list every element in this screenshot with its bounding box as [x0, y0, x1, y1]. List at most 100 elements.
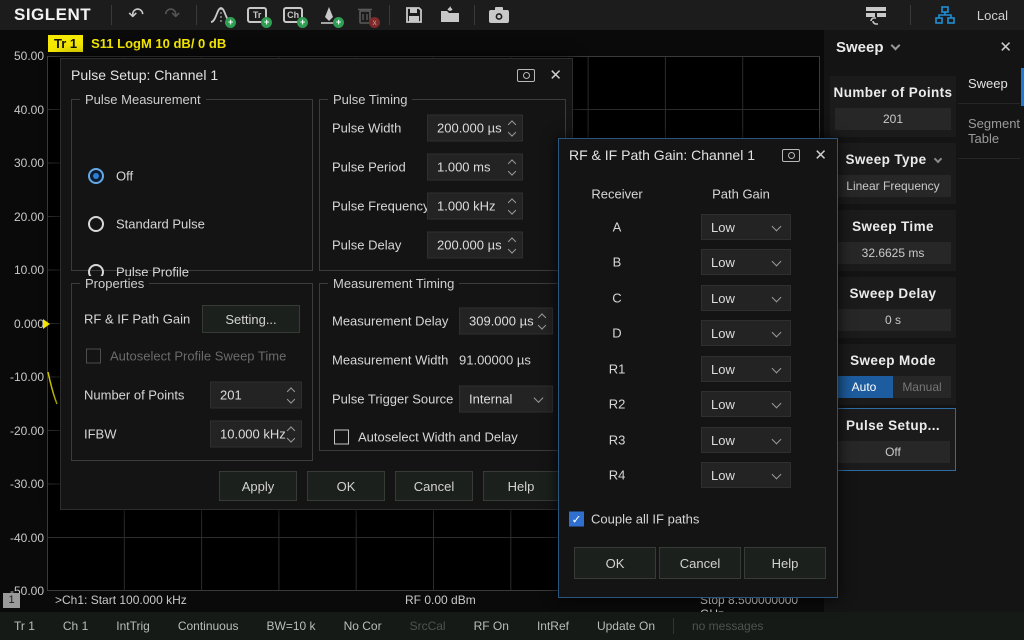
pulse-delay-label: Pulse Delay	[332, 238, 401, 253]
sidebar-close-icon[interactable]: ✕	[999, 38, 1012, 56]
undo-button[interactable]: ↶	[118, 1, 154, 29]
spinner-icon[interactable]	[505, 194, 519, 219]
autoselect-profile-checkbox[interactable]	[86, 349, 101, 364]
chevron-down-icon[interactable]	[890, 41, 900, 51]
status-rf[interactable]: RF On	[460, 619, 523, 633]
add-channel-button[interactable]: Ch +	[275, 1, 311, 29]
dialog-screenshot-icon[interactable]	[782, 149, 800, 162]
measurement-width-label: Measurement Width	[332, 353, 448, 368]
open-button[interactable]	[432, 1, 468, 29]
add-measurement-button[interactable]: +	[203, 1, 239, 29]
gain-dialog-titlebar[interactable]: RF & IF Path Gain: Channel 1 ✕	[559, 139, 837, 171]
chevron-down-icon	[933, 155, 941, 163]
pulse-period-label: Pulse Period	[332, 160, 406, 175]
tab-segment-table[interactable]: Segment Table	[958, 104, 1020, 159]
ifbw-label: IFBW	[84, 427, 117, 442]
receiver-c-gain-dropdown[interactable]: Low	[701, 285, 791, 311]
number-of-points-input[interactable]: 201	[210, 382, 302, 409]
tab-sweep[interactable]: Sweep	[958, 64, 1020, 104]
sidebar-item-sweep-mode[interactable]: Sweep Mode Auto Manual	[830, 344, 956, 405]
setting-button[interactable]: Setting...	[202, 305, 300, 333]
gain-help-button[interactable]: Help	[744, 547, 826, 579]
receiver-a-gain-dropdown[interactable]: Low	[701, 214, 791, 240]
dialog-close-icon[interactable]: ✕	[814, 148, 827, 163]
y-tick: 0.000	[0, 317, 44, 331]
radio-standard-pulse[interactable]	[88, 216, 104, 232]
local-status-label: Local	[973, 8, 1014, 23]
y-tick: 20.00	[0, 210, 44, 224]
spinner-icon[interactable]	[505, 155, 519, 180]
sidebar-item-sweep-delay[interactable]: Sweep Delay 0 s	[830, 277, 956, 338]
receiver-r2-gain-dropdown[interactable]: Low	[701, 391, 791, 417]
sidebar-item-number-of-points[interactable]: Number of Points 201	[830, 76, 956, 137]
receiver-b-label: B	[613, 255, 622, 270]
apply-button[interactable]: Apply	[219, 471, 297, 501]
gain-cancel-button[interactable]: Cancel	[659, 547, 741, 579]
sweep-type-value[interactable]: Linear Frequency	[835, 175, 951, 197]
sweep-time-value[interactable]: 32.6625 ms	[835, 242, 951, 264]
trace-badge[interactable]: Tr 1	[48, 35, 83, 52]
receiver-r3-gain-dropdown[interactable]: Low	[701, 427, 791, 453]
spinner-icon[interactable]	[284, 383, 298, 408]
sidebar-item-sweep-type[interactable]: Sweep Type Linear Frequency	[830, 143, 956, 204]
ifbw-input[interactable]: 10.000 kHz	[210, 421, 302, 448]
status-reference[interactable]: IntRef	[523, 619, 583, 633]
status-trace[interactable]: Tr 1	[0, 619, 49, 633]
sweep-mode-auto-option[interactable]: Auto	[835, 376, 893, 398]
spinner-icon[interactable]	[505, 233, 519, 258]
measurement-delay-input[interactable]: 309.000 µs	[459, 308, 553, 335]
pulse-width-input[interactable]: 200.000 µs	[427, 115, 523, 142]
status-trigger[interactable]: IntTrig	[102, 619, 164, 633]
plus-icon: +	[225, 17, 236, 28]
status-srccal[interactable]: SrcCal	[396, 619, 460, 633]
layout-link-button[interactable]	[858, 1, 894, 29]
points-value[interactable]: 201	[835, 108, 951, 130]
redo-button[interactable]: ↷	[154, 1, 190, 29]
sidebar-title[interactable]: Sweep	[836, 39, 884, 56]
spinner-icon[interactable]	[284, 422, 298, 447]
pulse-trigger-source-dropdown[interactable]: Internal	[459, 386, 553, 413]
dialog-screenshot-icon[interactable]	[517, 69, 535, 82]
channel-number-badge[interactable]: 1	[3, 593, 20, 608]
pulse-frequency-input[interactable]: 1.000 kHz	[427, 193, 523, 220]
ok-button[interactable]: OK	[307, 471, 385, 501]
spinner-icon[interactable]	[505, 116, 519, 141]
trace-label-row[interactable]: Tr 1 S11 LogM 10 dB/ 0 dB	[48, 35, 226, 52]
save-button[interactable]	[396, 1, 432, 29]
pulse-dialog-titlebar[interactable]: Pulse Setup: Channel 1 ✕	[61, 59, 572, 91]
dialog-close-icon[interactable]: ✕	[549, 68, 562, 83]
path-gain-column-header: Path Gain	[712, 187, 770, 202]
chevron-down-icon	[534, 393, 544, 403]
sidebar-item-pulse-setup[interactable]: Pulse Setup... Off	[830, 408, 956, 471]
cancel-button[interactable]: Cancel	[395, 471, 473, 501]
pulse-setup-value[interactable]: Off	[836, 441, 950, 463]
sweep-delay-value[interactable]: 0 s	[835, 309, 951, 331]
radio-off[interactable]	[88, 168, 104, 184]
add-marker-button[interactable]: +	[311, 1, 347, 29]
add-trace-button[interactable]: Tr +	[239, 1, 275, 29]
status-bandwidth[interactable]: BW=10 k	[253, 619, 330, 633]
top-toolbar: SIGLENT ↶ ↷ + Tr + Ch + +	[0, 0, 1024, 30]
receiver-r1-gain-dropdown[interactable]: Low	[701, 356, 791, 382]
delete-badge-icon: x	[369, 17, 380, 28]
receiver-b-gain-dropdown[interactable]: Low	[701, 249, 791, 275]
pulse-period-input[interactable]: 1.000 ms	[427, 154, 523, 181]
status-correction[interactable]: No Cor	[330, 619, 396, 633]
spinner-icon[interactable]	[535, 309, 549, 334]
status-channel[interactable]: Ch 1	[49, 619, 102, 633]
status-sweep-mode[interactable]: Continuous	[164, 619, 253, 633]
pulse-delay-input[interactable]: 200.000 µs	[427, 232, 523, 259]
sidebar-item-sweep-time[interactable]: Sweep Time 32.6625 ms	[830, 210, 956, 271]
help-button[interactable]: Help	[483, 471, 559, 501]
autoselect-width-delay-checkbox[interactable]	[334, 430, 349, 445]
couple-if-paths-checkbox[interactable]: ✓	[569, 512, 584, 527]
toolbar-separator	[910, 5, 911, 25]
status-update[interactable]: Update On	[583, 619, 669, 633]
delete-button[interactable]: x	[347, 1, 383, 29]
screenshot-button[interactable]	[481, 1, 517, 29]
network-button[interactable]	[927, 1, 963, 29]
receiver-d-gain-dropdown[interactable]: Low	[701, 320, 791, 346]
gain-ok-button[interactable]: OK	[574, 547, 656, 579]
receiver-r4-gain-dropdown[interactable]: Low	[701, 462, 791, 488]
sweep-mode-manual-option[interactable]: Manual	[893, 376, 951, 398]
